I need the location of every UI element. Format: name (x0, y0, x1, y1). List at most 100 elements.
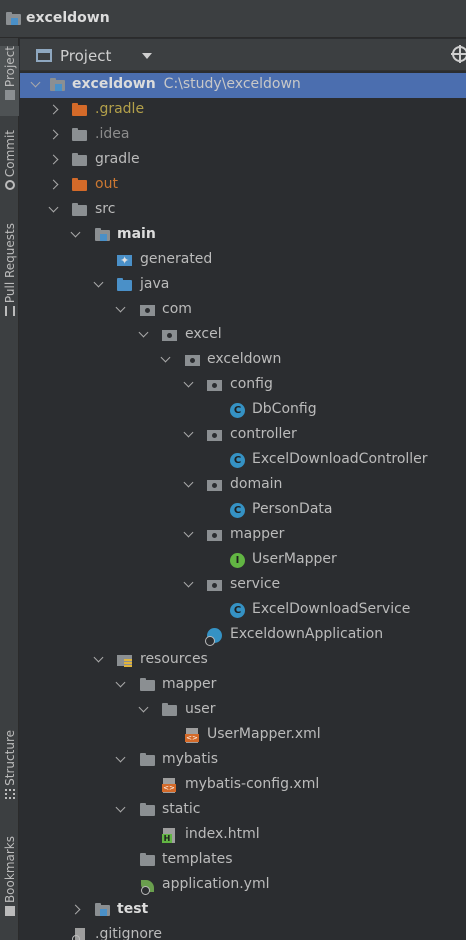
tree-node[interactable]: excel (20, 323, 466, 348)
root-path: C:\study\exceldown (163, 76, 301, 92)
package-icon (207, 578, 223, 593)
project-tool-tab[interactable]: Project (0, 46, 19, 116)
chevron-down-icon[interactable] (93, 277, 104, 288)
tree-node[interactable]: C DbConfig (20, 398, 466, 423)
tree-node[interactable]: controller (20, 423, 466, 448)
tree-node[interactable]: user (20, 698, 466, 723)
tree-node-label: UserMapper (252, 551, 337, 567)
tree-node-label: exceldown (207, 351, 282, 367)
tree-node-label: exceldown C:\study\exceldown (72, 76, 301, 92)
chevron-down-icon[interactable] (183, 477, 194, 488)
tree-node[interactable]: .gitignore (20, 923, 466, 940)
tree-node[interactable]: .idea (20, 123, 466, 148)
tree-node[interactable]: I UserMapper (20, 548, 466, 573)
tree-node-root[interactable]: exceldown C:\study\exceldown (20, 73, 466, 98)
tree-node[interactable]: domain (20, 473, 466, 498)
tree-node-label: ExcelDownloadController (252, 451, 428, 467)
tree-node-label: .idea (95, 126, 130, 142)
folder-icon (72, 128, 88, 143)
chevron-down-icon[interactable] (138, 327, 149, 338)
bookmarks-tool-tab[interactable]: Bookmarks (0, 836, 19, 930)
tree-node[interactable]: gradle (20, 148, 466, 173)
chevron-down-icon[interactable] (138, 702, 149, 713)
tree-node[interactable]: service (20, 573, 466, 598)
tree-node[interactable]: .gradle (20, 98, 466, 123)
chevron-down-icon[interactable] (48, 202, 59, 213)
tree-node-label: src (95, 201, 116, 217)
chevron-right-icon[interactable] (48, 104, 59, 115)
chevron-down-icon[interactable] (30, 77, 41, 88)
tree-node[interactable]: application.yml (20, 873, 466, 898)
tree-node-label: ExcelDownloadService (252, 601, 411, 617)
chevron-down-icon[interactable] (115, 677, 126, 688)
tree-node[interactable]: index.html (20, 823, 466, 848)
structure-tab-label: Structure (2, 730, 17, 786)
chevron-down-icon[interactable] (142, 53, 152, 59)
structure-tool-tab[interactable]: Structure (0, 730, 19, 814)
tree-node[interactable]: exceldown (20, 348, 466, 373)
chevron-down-icon[interactable] (183, 527, 194, 538)
tree-node-label: com (162, 301, 192, 317)
excluded-folder-icon (72, 178, 88, 193)
chevron-right-icon[interactable] (70, 904, 81, 915)
chevron-down-icon[interactable] (183, 577, 194, 588)
tree-node[interactable]: out (20, 173, 466, 198)
chevron-down-icon[interactable] (115, 302, 126, 313)
tree-node[interactable]: static (20, 798, 466, 823)
chevron-down-icon[interactable] (93, 652, 104, 663)
tree-node-label: mybatis (162, 751, 219, 767)
tree-node[interactable]: mapper (20, 523, 466, 548)
chevron-down-icon[interactable] (70, 227, 81, 238)
pull-requests-tool-tab[interactable]: Pull Requests (0, 223, 19, 333)
gitignore-file-icon (72, 928, 88, 940)
tree-node[interactable]: ExceldownApplication (20, 623, 466, 648)
tree-node[interactable]: templates (20, 848, 466, 873)
tree-node[interactable]: src (20, 198, 466, 223)
package-icon (185, 353, 201, 368)
chevron-down-icon[interactable] (183, 377, 194, 388)
tree-node[interactable]: mybatis (20, 748, 466, 773)
chevron-down-icon[interactable] (160, 352, 171, 363)
generated-sources-icon (117, 253, 133, 268)
tree-node-label: DbConfig (252, 401, 317, 417)
gear-icon[interactable] (451, 45, 466, 63)
tree-node-label: PersonData (252, 501, 333, 517)
tree-node[interactable]: mybatis-config.xml (20, 773, 466, 798)
tree-node-label: generated (140, 251, 213, 267)
tree-node[interactable]: test (20, 898, 466, 923)
tree-node[interactable]: config (20, 373, 466, 398)
tree-node[interactable]: C ExcelDownloadController (20, 448, 466, 473)
tree-node-label: config (230, 376, 273, 392)
tree-node-label: ExceldownApplication (230, 626, 384, 642)
folder-icon (4, 90, 15, 101)
package-icon (207, 428, 223, 443)
tree-node[interactable]: UserMapper.xml (20, 723, 466, 748)
bookmark-icon (4, 906, 15, 917)
tree-node[interactable]: resources (20, 648, 466, 673)
chevron-right-icon[interactable] (48, 154, 59, 165)
tree-node[interactable]: com (20, 298, 466, 323)
chevron-right-icon[interactable] (48, 179, 59, 190)
commit-tool-tab[interactable]: Commit (0, 130, 19, 200)
chevron-down-icon[interactable] (115, 752, 126, 763)
tree-node[interactable]: generated (20, 248, 466, 273)
tree-node[interactable]: main (20, 223, 466, 248)
package-icon (140, 303, 156, 318)
spring-boot-application-icon (205, 628, 222, 646)
title-bar: exceldown (0, 0, 466, 38)
chevron-right-icon[interactable] (48, 129, 59, 140)
tree-node[interactable]: C ExcelDownloadService (20, 598, 466, 623)
tree-node[interactable]: mapper (20, 673, 466, 698)
tree-node[interactable]: java (20, 273, 466, 298)
chevron-down-icon[interactable] (115, 802, 126, 813)
tree-node-label: .gradle (95, 101, 145, 117)
package-icon (162, 328, 178, 343)
class-icon: C (230, 403, 245, 418)
project-panel-header: Project (20, 39, 466, 71)
commit-tab-label: Commit (2, 130, 17, 178)
tree-node[interactable]: C PersonData (20, 498, 466, 523)
tree-node-label: excel (185, 326, 222, 342)
tree-node-label: controller (230, 426, 297, 442)
project-view-selector[interactable]: Project (60, 47, 111, 65)
chevron-down-icon[interactable] (183, 427, 194, 438)
